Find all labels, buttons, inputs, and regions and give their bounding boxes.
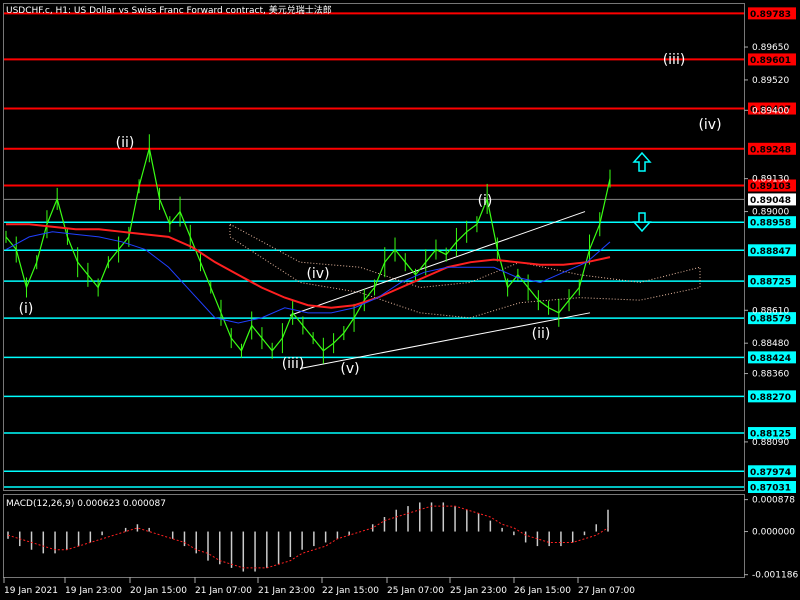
price-tick-label: 0.89520 — [752, 76, 789, 86]
time-tick-label: 27 Jan 07:00 — [578, 586, 635, 596]
chart-background — [0, 0, 800, 600]
macd-tick-label: 0.000000 — [752, 528, 795, 538]
time-tick-label: 22 Jan 15:00 — [322, 586, 379, 596]
level-label: 0.88725 — [750, 278, 791, 288]
time-tick-label: 26 Jan 15:00 — [514, 586, 571, 596]
time-tick-label: 25 Jan 23:00 — [450, 586, 507, 596]
level-label: 0.88847 — [750, 247, 791, 257]
wave-label: (i) — [19, 301, 34, 317]
wave-label: (i) — [478, 193, 493, 209]
price-tick-label: 0.89000 — [752, 208, 789, 218]
chart-canvas: (i) (ii) (iii) (iv) (v) (i) (ii) (iii) (iv) 0.89… — [0, 0, 800, 600]
level-label: 0.89783 — [750, 10, 791, 20]
macd-label: MACD(12,26,9) 0.000623 0.000087 — [6, 499, 166, 509]
time-tick-label: 21 Jan 23:00 — [258, 586, 315, 596]
price-tick-label: 0.89130 — [752, 175, 789, 185]
price-tick-label: 0.89400 — [752, 106, 789, 116]
wave-label: (iii) — [282, 356, 305, 372]
wave-label: (iv) — [306, 266, 329, 282]
wave-label: (iii) — [663, 52, 686, 68]
time-tick-label: 25 Jan 07:00 — [387, 586, 444, 596]
time-tick-label: 20 Jan 15:00 — [130, 586, 187, 596]
level-label: 0.88958 — [750, 219, 791, 229]
wave-label: (v) — [340, 361, 359, 377]
wave-label: (ii) — [532, 326, 551, 342]
level-label: 0.89601 — [750, 56, 791, 66]
macd-tick-label: -0.001186 — [752, 571, 798, 581]
price-tick-label: 0.88090 — [752, 438, 789, 448]
level-label: 0.89248 — [750, 145, 791, 155]
price-tick-label: 0.88610 — [752, 306, 789, 316]
wave-label: (iv) — [698, 117, 721, 133]
macd-tick-label: 0.000878 — [752, 496, 795, 506]
price-tick-label: 0.88360 — [752, 370, 789, 380]
time-tick-label: 19 Jan 2021 — [4, 586, 58, 596]
level-label: 0.87974 — [750, 468, 791, 478]
level-label: 0.88270 — [750, 393, 791, 403]
level-label: 0.87031 — [750, 484, 791, 494]
wave-label: (ii) — [116, 135, 135, 151]
price-tick-label: 0.89650 — [752, 43, 789, 53]
level-label: 0.88424 — [750, 354, 791, 364]
price-tick-label: 0.88480 — [752, 339, 789, 349]
time-tick-label: 19 Jan 23:00 — [65, 586, 122, 596]
time-tick-label: 21 Jan 07:00 — [195, 586, 252, 596]
chart-title: USDCHF.c, H1: US Dollar vs Swiss Franc F… — [6, 4, 332, 16]
current-price-label: 0.89048 — [750, 196, 791, 206]
